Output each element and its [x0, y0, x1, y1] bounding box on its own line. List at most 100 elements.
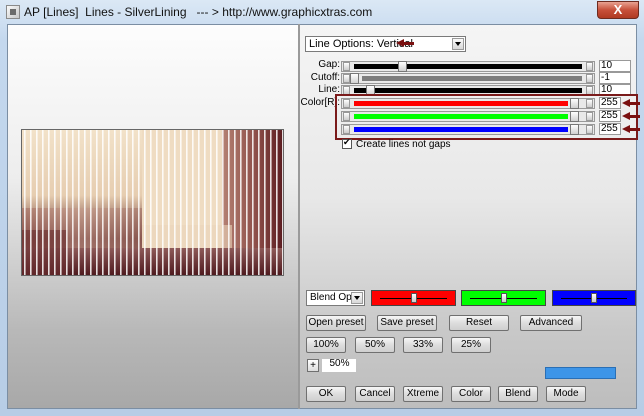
preview-line	[156, 130, 158, 275]
preview-line	[186, 130, 188, 275]
window-title: AP [Lines] Lines - SilverLining --- > ht…	[24, 5, 373, 19]
zoom-100-button[interactable]: 100%	[306, 337, 346, 353]
preview-line	[114, 130, 116, 275]
preview-line	[258, 130, 260, 275]
title-bar: AP [Lines] Lines - SilverLining --- > ht…	[0, 0, 644, 24]
preview-line	[174, 130, 176, 275]
preview-line	[228, 130, 230, 275]
annotation-arrow-icon	[396, 39, 414, 47]
cutoff-thumb[interactable]	[350, 73, 359, 84]
preview-line	[120, 130, 122, 275]
green-color-slider-handle[interactable]	[501, 293, 507, 303]
create-lines-checkbox[interactable]	[342, 137, 352, 149]
preview-line	[264, 130, 266, 275]
gap-thumb[interactable]	[398, 61, 407, 72]
green-color-slider[interactable]	[461, 290, 546, 306]
preview-line	[48, 130, 50, 275]
slider-right-arrow-icon	[586, 62, 593, 71]
preview-image	[21, 129, 284, 276]
preview-line	[162, 130, 164, 275]
preview-line	[246, 130, 248, 275]
preview-line	[150, 130, 152, 275]
blend-button[interactable]: Blend	[498, 386, 538, 402]
cutoff-label: Cutoff:	[310, 72, 340, 83]
preview-line	[108, 130, 110, 275]
ok-button[interactable]: OK	[306, 386, 346, 402]
advanced-button[interactable]: Advanced	[520, 315, 582, 331]
blend-options-dropdown[interactable]: Blend Optio	[306, 290, 365, 306]
preview-line	[270, 130, 272, 275]
gap-label: Gap:	[318, 59, 340, 70]
red-color-slider-handle[interactable]	[411, 293, 417, 303]
preview-line	[102, 130, 104, 275]
preview-line	[198, 130, 200, 275]
preview-line	[144, 130, 146, 275]
preview-line	[204, 130, 206, 275]
line-track	[354, 88, 582, 93]
preview-line	[222, 130, 224, 275]
cancel-button[interactable]: Cancel	[355, 386, 395, 402]
close-button[interactable]: X	[597, 1, 639, 19]
preview-line	[282, 130, 283, 275]
preview-canvas	[22, 130, 283, 275]
gap-track	[354, 64, 582, 69]
chevron-down-icon	[452, 38, 464, 50]
cutoff-track	[362, 76, 582, 81]
color-button[interactable]: Color	[451, 386, 491, 402]
gap-value[interactable]: 10	[599, 60, 631, 72]
color-swatch-bar[interactable]	[545, 367, 616, 379]
preview-line	[42, 130, 44, 275]
gap-slider[interactable]	[341, 61, 595, 72]
preview-line	[126, 130, 128, 275]
blue-color-slider-handle[interactable]	[591, 293, 597, 303]
open-preset-button[interactable]: Open preset	[306, 315, 366, 331]
mode-button[interactable]: Mode	[546, 386, 586, 402]
xtreme-button[interactable]: Xtreme	[403, 386, 443, 402]
preview-line	[276, 130, 278, 275]
chevron-down-icon	[351, 292, 363, 304]
zoom-25-button[interactable]: 25%	[451, 337, 491, 353]
preview-line	[216, 130, 218, 275]
zoom-value[interactable]: 50%	[322, 359, 356, 372]
preview-line	[84, 130, 86, 275]
preview-line	[138, 130, 140, 275]
annotation-arrow-icon	[622, 99, 640, 107]
reset-button[interactable]: Reset	[449, 315, 509, 331]
preview-line	[132, 130, 134, 275]
preview-line	[168, 130, 170, 275]
preview-line	[96, 130, 98, 275]
slider-left-arrow-icon	[343, 74, 350, 83]
line-options-dropdown[interactable]: Line Options: Vertical	[305, 36, 466, 52]
preview-line	[72, 130, 74, 275]
annotation-arrow-icon	[622, 112, 640, 120]
zoom-50-button[interactable]: 50%	[355, 337, 395, 353]
preview-line	[54, 130, 56, 275]
color-highlight-box	[335, 94, 638, 140]
save-preset-button[interactable]: Save preset	[377, 315, 437, 331]
preview-line	[240, 130, 242, 275]
zoom-plus-button[interactable]: +	[307, 359, 319, 372]
line-label: Line:	[318, 84, 340, 95]
preview-line	[24, 130, 26, 275]
blue-color-slider[interactable]	[552, 290, 636, 306]
preview-line	[234, 130, 236, 275]
zoom-33-button[interactable]: 33%	[403, 337, 443, 353]
preview-line	[210, 130, 212, 275]
annotation-arrow-icon	[622, 125, 640, 133]
app-icon	[6, 5, 20, 19]
preview-line	[192, 130, 194, 275]
red-color-slider[interactable]	[371, 290, 456, 306]
preview-line	[66, 130, 68, 275]
color-r-label: Color[R]:	[300, 97, 340, 108]
plugin-window: AP [Lines] Lines - SilverLining --- > ht…	[0, 0, 644, 416]
preview-line	[180, 130, 182, 275]
preview-line	[90, 130, 92, 275]
cutoff-slider[interactable]	[341, 73, 595, 84]
preview-line	[60, 130, 62, 275]
cutoff-value[interactable]: -1	[599, 72, 631, 84]
close-icon: X	[613, 2, 623, 17]
slider-left-arrow-icon	[343, 62, 350, 71]
create-lines-label: Create lines not gaps	[356, 139, 451, 150]
preview-line	[78, 130, 80, 275]
preview-line	[30, 130, 32, 275]
